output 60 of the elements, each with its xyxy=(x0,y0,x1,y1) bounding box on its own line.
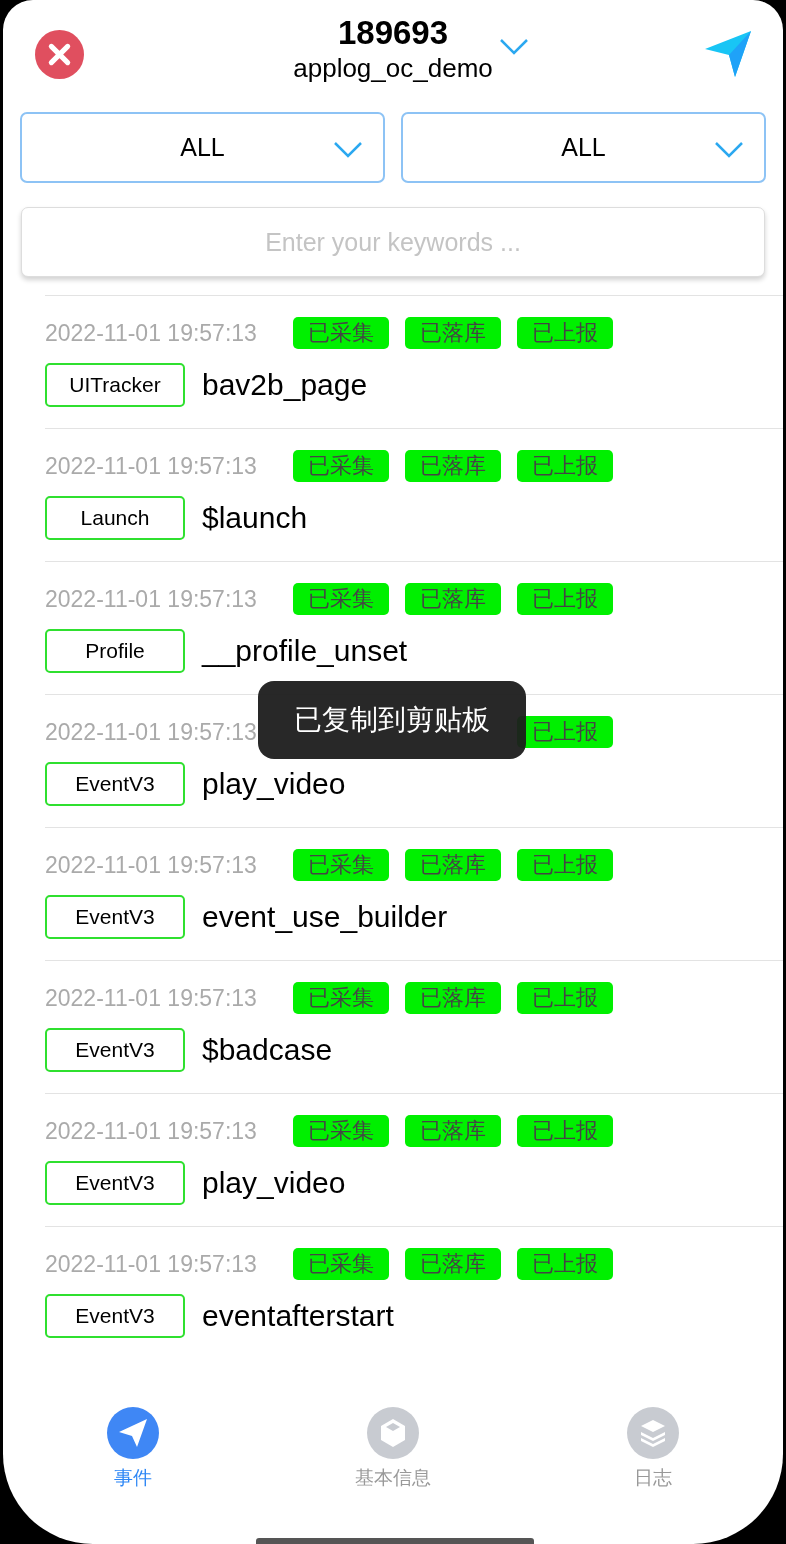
filter-dropdown[interactable]: ALL xyxy=(20,112,385,183)
status-tag: 已采集 xyxy=(293,849,389,881)
status-tag: 已采集 xyxy=(293,583,389,615)
status-tag: 已采集 xyxy=(293,982,389,1014)
paper-plane-icon xyxy=(107,1407,159,1459)
event-time: 2022-11-01 19:57:13 xyxy=(45,984,258,1012)
status-tag: 已落库 xyxy=(405,317,501,349)
search-field[interactable]: Enter your keywords ... xyxy=(21,207,765,277)
event-time: 2022-11-01 19:57:13 xyxy=(45,452,258,480)
toast-message: 已复制到剪贴板 xyxy=(258,681,526,759)
event-time: 2022-11-01 19:57:13 xyxy=(45,718,258,746)
send-icon[interactable] xyxy=(703,29,753,79)
event-name[interactable]: event_use_builder xyxy=(202,900,448,934)
event-name[interactable]: play_video xyxy=(202,1166,346,1200)
event-name[interactable]: $badcase xyxy=(202,1033,333,1067)
event-name[interactable]: eventafterstart xyxy=(202,1299,394,1333)
status-tag: 已落库 xyxy=(405,1248,501,1280)
event-time: 2022-11-01 19:57:13 xyxy=(45,585,258,613)
status-tag: 已上报 xyxy=(517,982,613,1014)
status-tag: 已落库 xyxy=(405,1115,501,1147)
status-tag: 已采集 xyxy=(293,317,389,349)
cube-icon xyxy=(367,1407,419,1459)
event-type-tag: Launch xyxy=(45,496,185,540)
status-tag: 已落库 xyxy=(405,583,501,615)
event-type-tag: EventV3 xyxy=(45,1028,185,1072)
status-tag: 已落库 xyxy=(405,982,501,1014)
status-tag: 已采集 xyxy=(293,1248,389,1280)
chevron-down-icon xyxy=(333,141,363,159)
event-type-tag: Profile xyxy=(45,629,185,673)
event-type-tag: EventV3 xyxy=(45,895,185,939)
close-icon[interactable] xyxy=(35,29,84,79)
status-tag: 已落库 xyxy=(405,450,501,482)
status-tag: 已上报 xyxy=(517,317,613,349)
event-name[interactable]: __profile_unset xyxy=(202,634,408,668)
app-name: applog_oc_demo xyxy=(293,52,493,84)
event-name[interactable]: play_video xyxy=(202,767,346,801)
status-tag: 已采集 xyxy=(293,1115,389,1147)
status-tag: 已上报 xyxy=(517,1248,613,1280)
chevron-down-icon[interactable] xyxy=(499,38,529,56)
event-time: 2022-11-01 19:57:13 xyxy=(45,1117,258,1145)
layers-icon xyxy=(627,1407,679,1459)
tab[interactable]: 事件 xyxy=(3,1407,263,1491)
event-time: 2022-11-01 19:57:13 xyxy=(45,1250,258,1278)
event-type-tag: UITracker xyxy=(45,363,185,407)
event-type-tag: EventV3 xyxy=(45,1294,185,1338)
status-tag: 已上报 xyxy=(517,849,613,881)
event-time: 2022-11-01 19:57:13 xyxy=(45,851,258,879)
status-tag: 已上报 xyxy=(517,450,613,482)
app-id: 189693 xyxy=(337,14,449,52)
event-type-tag: EventV3 xyxy=(45,1161,185,1205)
event-time: 2022-11-01 19:57:13 xyxy=(45,319,258,347)
status-tag: 已采集 xyxy=(293,450,389,482)
event-type-tag: EventV3 xyxy=(45,762,185,806)
event-name[interactable]: bav2b_page xyxy=(202,368,368,402)
filter-dropdown[interactable]: ALL xyxy=(401,112,766,183)
event-name[interactable]: $launch xyxy=(202,501,308,535)
status-tag: 已上报 xyxy=(517,583,613,615)
chevron-down-icon xyxy=(714,141,744,159)
status-tag: 已上报 xyxy=(517,1115,613,1147)
status-tag: 已落库 xyxy=(405,849,501,881)
